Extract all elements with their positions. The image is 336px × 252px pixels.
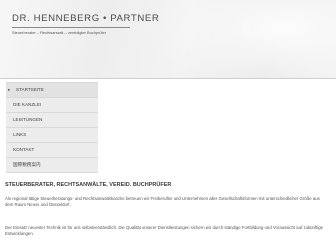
intro-paragraph: Als regional tätige Steuerberatungs- und… — [5, 196, 320, 208]
nav-item-label: KONTAKT — [13, 147, 35, 152]
nav-item-label: DIE KANZLEI — [13, 102, 42, 107]
nav-divider — [6, 172, 98, 173]
nav-item-links[interactable]: LINKS — [6, 127, 98, 142]
nav-item-leistungen[interactable]: LEISTUNGEN — [6, 112, 98, 127]
nav-item-label: 国際税務案内 — [13, 162, 41, 167]
nav-item-label: LEISTUNGEN — [13, 117, 43, 122]
technology-paragraph: Der Einsatz neuester Technik ist für uns… — [5, 225, 324, 237]
nav-item-kontakt[interactable]: KONTAKT — [6, 142, 98, 157]
nav-item-international-tax[interactable]: 国際税務案内 — [6, 157, 98, 172]
page-headline: STEUERBERATER, RECHTSANWÄLTE, VEREID. BU… — [5, 182, 172, 188]
main-navigation: ▸ STARTSEITE DIE KANZLEI LEISTUNGEN LINK… — [6, 82, 98, 173]
brand-tagline: Steuerberater – Rechtsanwalt – vereidigt… — [12, 30, 107, 35]
site-header: DR. HENNEBERG • PARTNER Steuerberater – … — [0, 0, 336, 79]
active-arrow-icon: ▸ — [8, 87, 11, 92]
nav-item-label: LINKS — [13, 132, 27, 137]
header-background-sheen — [150, 0, 336, 78]
brand-divider — [12, 27, 130, 28]
nav-item-label: STARTSEITE — [16, 87, 44, 92]
nav-item-startseite[interactable]: ▸ STARTSEITE — [6, 82, 98, 97]
brand-logo-text[interactable]: DR. HENNEBERG • PARTNER — [12, 13, 159, 24]
nav-item-die-kanzlei[interactable]: DIE KANZLEI — [6, 97, 98, 112]
